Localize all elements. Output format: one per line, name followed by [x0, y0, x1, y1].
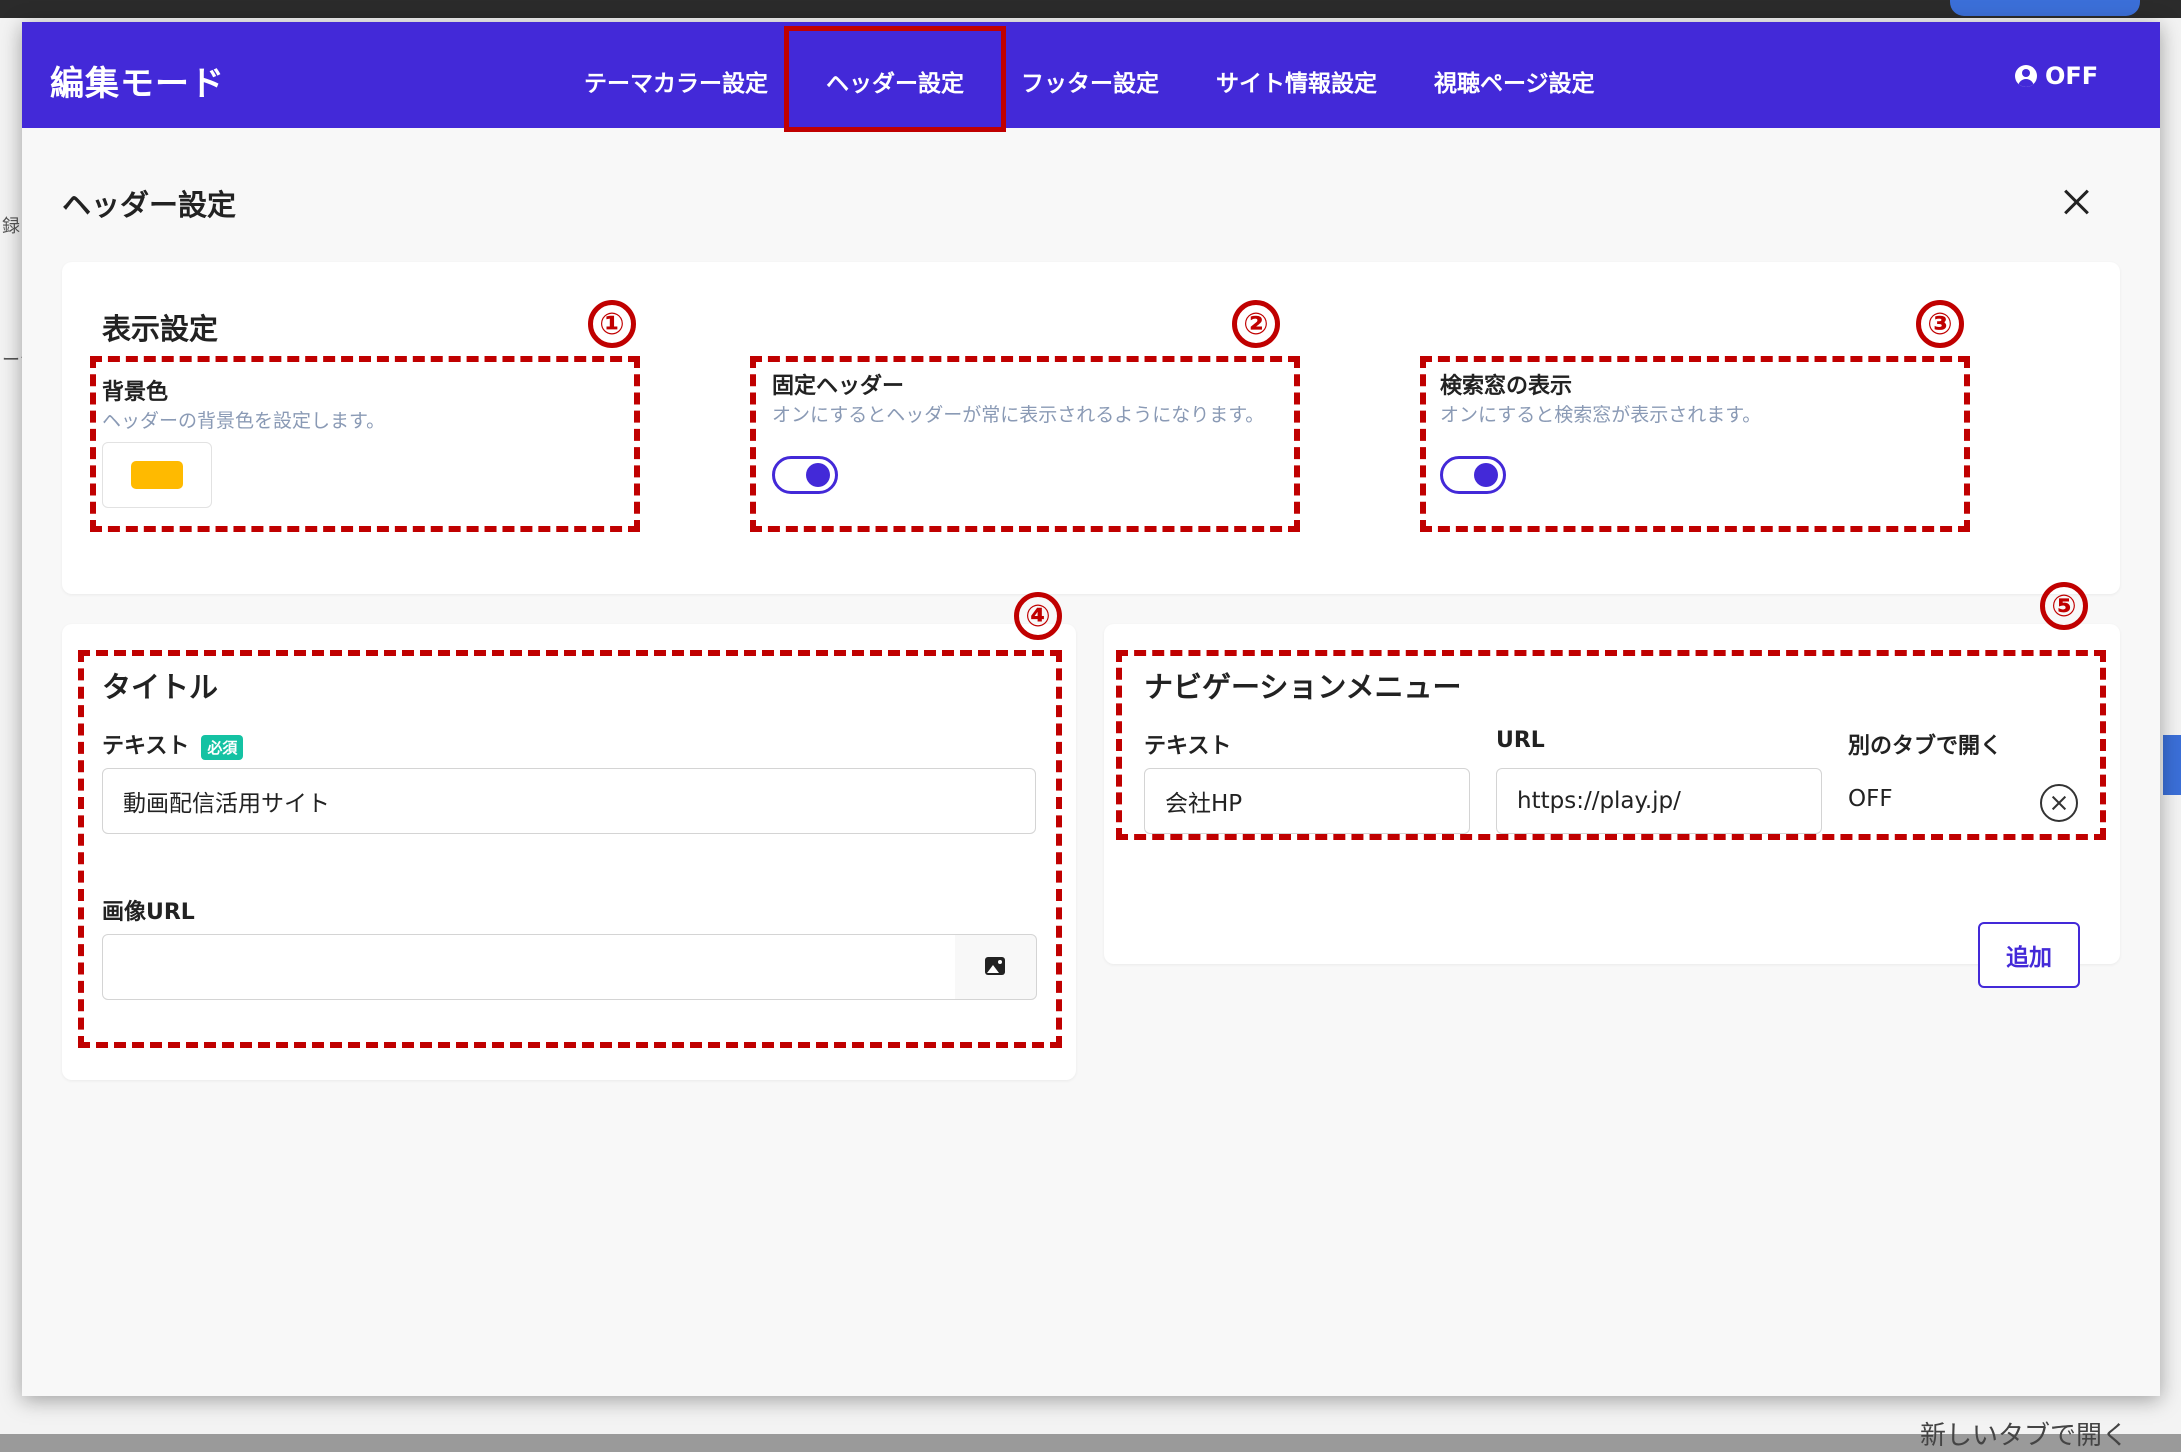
- close-icon[interactable]: [2056, 182, 2096, 222]
- image-icon: [985, 957, 1005, 975]
- navigation-menu-title: ナビゲーションメニュー: [1144, 670, 1462, 704]
- nav-item-text-input[interactable]: 会社HP: [1144, 768, 1470, 834]
- brand-title: 編集モード: [50, 64, 225, 104]
- tab-site-info[interactable]: サイト情報設定: [1216, 64, 1377, 98]
- search-box-label: 検索窓の表示: [1440, 374, 1573, 399]
- tab-viewing-page[interactable]: 視聴ページ設定: [1434, 64, 1595, 98]
- search-box-toggle[interactable]: [1440, 456, 1506, 494]
- fixed-header-label: 固定ヘッダー: [772, 374, 905, 399]
- title-text-label-text: テキスト: [102, 734, 190, 759]
- nav-column-url: URL: [1496, 728, 1545, 753]
- tab-footer-settings[interactable]: フッター設定: [1021, 64, 1159, 98]
- nav-item-url-input[interactable]: https://play.jp/: [1496, 768, 1822, 834]
- fixed-header-toggle[interactable]: [772, 456, 838, 494]
- display-settings-title: 表示設定: [102, 312, 219, 346]
- image-url-label: 画像URL: [102, 900, 195, 925]
- top-navigation-bar: 編集モード テーマカラー設定 ヘッダー設定 フッター設定 サイト情報設定 視聴ペ…: [22, 22, 2160, 132]
- title-text-input[interactable]: 動画配信活用サイト: [102, 768, 1036, 834]
- fixed-header-toggle-knob: [806, 463, 830, 487]
- page-title: ヘッダー設定: [62, 188, 237, 222]
- title-card: タイトル テキスト 必須 動画配信活用サイト 画像URL: [62, 624, 1076, 1080]
- background-color-description: ヘッダーの背景色を設定します。: [102, 410, 386, 432]
- image-select-button[interactable]: [955, 934, 1037, 1000]
- image-url-input[interactable]: [102, 934, 956, 1000]
- edit-mode-modal: 編集モード テーマカラー設定 ヘッダー設定 フッター設定 サイト情報設定 視聴ペ…: [22, 22, 2160, 1396]
- nav-column-text: テキスト: [1144, 734, 1232, 759]
- annotation-marker-1: ①: [588, 300, 636, 348]
- nav-column-new-tab: 別のタブで開く: [1848, 734, 2003, 759]
- nav-item-new-tab-value[interactable]: OFF: [1848, 786, 1893, 812]
- background-color-picker[interactable]: [102, 442, 212, 508]
- required-badge: 必須: [201, 734, 244, 760]
- background-color-label: 背景色: [102, 380, 169, 405]
- title-section-title: タイトル: [102, 670, 219, 704]
- background-edge-text-1: 録: [2, 216, 20, 237]
- search-box-toggle-knob: [1474, 463, 1498, 487]
- fixed-header-description: オンにするとヘッダーが常に表示されるようになります。: [772, 404, 1265, 426]
- annotation-marker-2: ②: [1232, 300, 1280, 348]
- user-status-label: OFF: [2045, 62, 2099, 90]
- user-status-toggle[interactable]: OFF: [2015, 62, 2098, 90]
- background-topbar: [0, 0, 2181, 18]
- remove-nav-item-icon[interactable]: [2040, 784, 2078, 822]
- annotation-marker-3: ③: [1916, 300, 1964, 348]
- background-color-swatch: [131, 461, 183, 489]
- user-icon: [2015, 65, 2037, 87]
- search-box-description: オンにすると検索窓が表示されます。: [1440, 404, 1762, 426]
- background-blue-bar: [2163, 735, 2181, 795]
- annotation-marker-4: ④: [1014, 592, 1062, 640]
- navigation-menu-card: ナビゲーションメニュー テキスト URL 別のタブで開く 会社HP https:…: [1104, 624, 2120, 988]
- annotation-marker-5: ⑤: [2040, 582, 2088, 630]
- display-settings-card: 表示設定 背景色 ヘッダーの背景色を設定します。 固定ヘッダー オンにするとヘッ…: [62, 262, 2120, 594]
- background-top-button: [1950, 0, 2140, 16]
- add-nav-item-button[interactable]: 追加: [1978, 922, 2080, 988]
- tab-header-settings[interactable]: ヘッダー設定: [826, 64, 964, 98]
- tab-theme-color[interactable]: テーマカラー設定: [584, 64, 768, 98]
- title-text-label: テキスト 必須: [102, 728, 244, 760]
